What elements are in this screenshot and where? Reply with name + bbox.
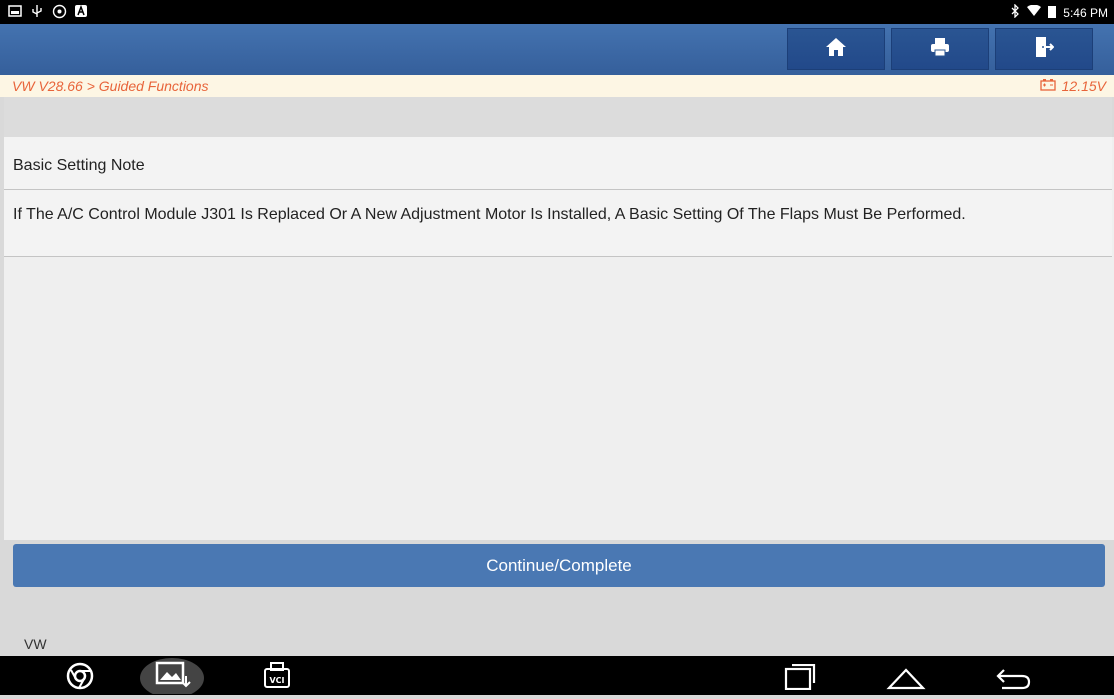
exit-icon <box>1034 36 1055 63</box>
exit-button[interactable] <box>995 28 1093 70</box>
gallery-icon[interactable] <box>140 656 204 699</box>
continue-complete-label: Continue/Complete <box>486 555 632 575</box>
print-icon <box>930 37 950 62</box>
system-nav-bar: VCI <box>0 656 1114 698</box>
breadcrumb: VW V28.66 > Guided Functions <box>12 78 209 94</box>
voltage-value: 12.15V <box>1061 78 1106 94</box>
settings-circle-icon <box>52 4 67 19</box>
note-title: Basic Setting Note <box>13 157 145 174</box>
note-message: If The A/C Control Module J301 Is Replac… <box>13 206 966 223</box>
content-header-band <box>4 97 1112 137</box>
vci-label: VCI <box>269 676 284 685</box>
bluetooth-icon <box>1010 3 1020 21</box>
app-header <box>0 24 1114 75</box>
content-panel: Basic Setting Note If The A/C Control Mo… <box>4 137 1114 540</box>
print-button[interactable] <box>891 28 989 70</box>
breadcrumb-bar: VW V28.66 > Guided Functions 12.15V <box>0 75 1114 97</box>
a-badge-icon <box>74 4 88 18</box>
continue-complete-button[interactable]: Continue/Complete <box>13 544 1105 587</box>
note-message-row: If The A/C Control Module J301 Is Replac… <box>4 190 1112 257</box>
back-icon[interactable] <box>996 666 1032 695</box>
status-left-icons <box>8 4 88 19</box>
usb-icon <box>30 4 44 18</box>
chrome-icon[interactable] <box>66 662 94 695</box>
image-icon <box>8 4 22 18</box>
vci-icon[interactable]: VCI <box>262 660 292 695</box>
note-title-row: Basic Setting Note <box>4 137 1112 190</box>
home-nav-icon[interactable] <box>886 666 926 695</box>
battery-icon <box>1048 5 1057 21</box>
recents-icon[interactable] <box>784 663 816 695</box>
battery-voltage-icon <box>1039 78 1056 94</box>
wifi-icon <box>1027 4 1042 20</box>
status-right: 5:46 PM <box>1010 3 1108 21</box>
status-bar: 5:46 PM <box>0 0 1114 24</box>
home-button[interactable] <box>787 28 885 70</box>
home-icon <box>825 36 847 63</box>
brand-label: VW <box>24 636 47 652</box>
voltage-indicator: 12.15V <box>1039 78 1106 94</box>
clock: 5:46 PM <box>1063 5 1108 20</box>
